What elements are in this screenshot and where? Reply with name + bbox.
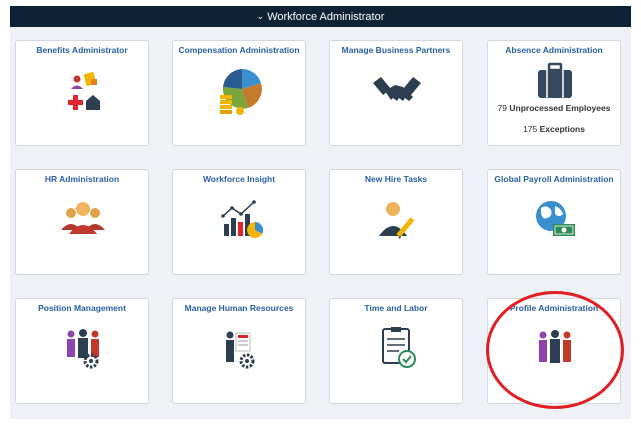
globe-money-icon (525, 196, 585, 246)
tile-global-payroll-administration[interactable]: Global Payroll Administration (487, 169, 621, 275)
chevron-down-icon: ⌄ (256, 11, 265, 21)
unprocessed-employees-metric[interactable]: 79 Unprocessed Employees (488, 103, 620, 113)
benefits-icon (53, 67, 113, 117)
tile-position-management[interactable]: Position Management (15, 298, 149, 404)
people-trio-icon (525, 325, 585, 375)
tile-profile-administration[interactable]: Profile Administration (487, 298, 621, 404)
person-pencil-icon (367, 196, 427, 246)
tile-title: Manage Human Resources (184, 303, 294, 313)
tile-title: Benefits Administrator (36, 45, 128, 55)
tile-title: HR Administration (44, 174, 120, 184)
tile-title: Time and Labor (364, 303, 428, 313)
workforce-administrator-header[interactable]: ⌄ Workforce Administrator (10, 6, 631, 27)
tile-title: Workforce Insight (202, 174, 276, 184)
page-title: Workforce Administrator (267, 10, 385, 23)
tile-title: Manage Business Partners (341, 45, 451, 55)
tile-title: Absence Administration (505, 45, 603, 55)
tile-hr-administration[interactable]: HR Administration (15, 169, 149, 275)
tile-time-and-labor[interactable]: Time and Labor (329, 298, 463, 404)
exceptions-metric[interactable]: 175 Exceptions (488, 124, 620, 134)
tile-title: Global Payroll Administration (494, 174, 614, 184)
tile-title: Compensation Administration (178, 45, 300, 55)
tile-absence-administration[interactable]: Absence Administration 79 Unprocessed Em… (487, 40, 621, 146)
tile-title: Profile Administration (509, 303, 599, 313)
people-group-icon (53, 196, 113, 246)
tile-benefits-administrator[interactable]: Benefits Administrator (15, 40, 149, 146)
analytics-chart-icon (210, 196, 270, 246)
tile-manage-human-resources[interactable]: Manage Human Resources (172, 298, 306, 404)
compensation-icon (210, 67, 270, 117)
tile-compensation-administration[interactable]: Compensation Administration (172, 40, 306, 146)
clipboard-check-icon (367, 325, 427, 375)
tile-workforce-insight[interactable]: Workforce Insight (172, 169, 306, 275)
tile-manage-business-partners[interactable]: Manage Business Partners (329, 40, 463, 146)
person-document-gear-icon (210, 325, 270, 375)
tile-new-hire-tasks[interactable]: New Hire Tasks (329, 169, 463, 275)
tile-title: Position Management (38, 303, 126, 313)
tile-title: New Hire Tasks (364, 174, 428, 184)
handshake-icon (367, 67, 427, 117)
people-gear-icon (53, 325, 113, 375)
